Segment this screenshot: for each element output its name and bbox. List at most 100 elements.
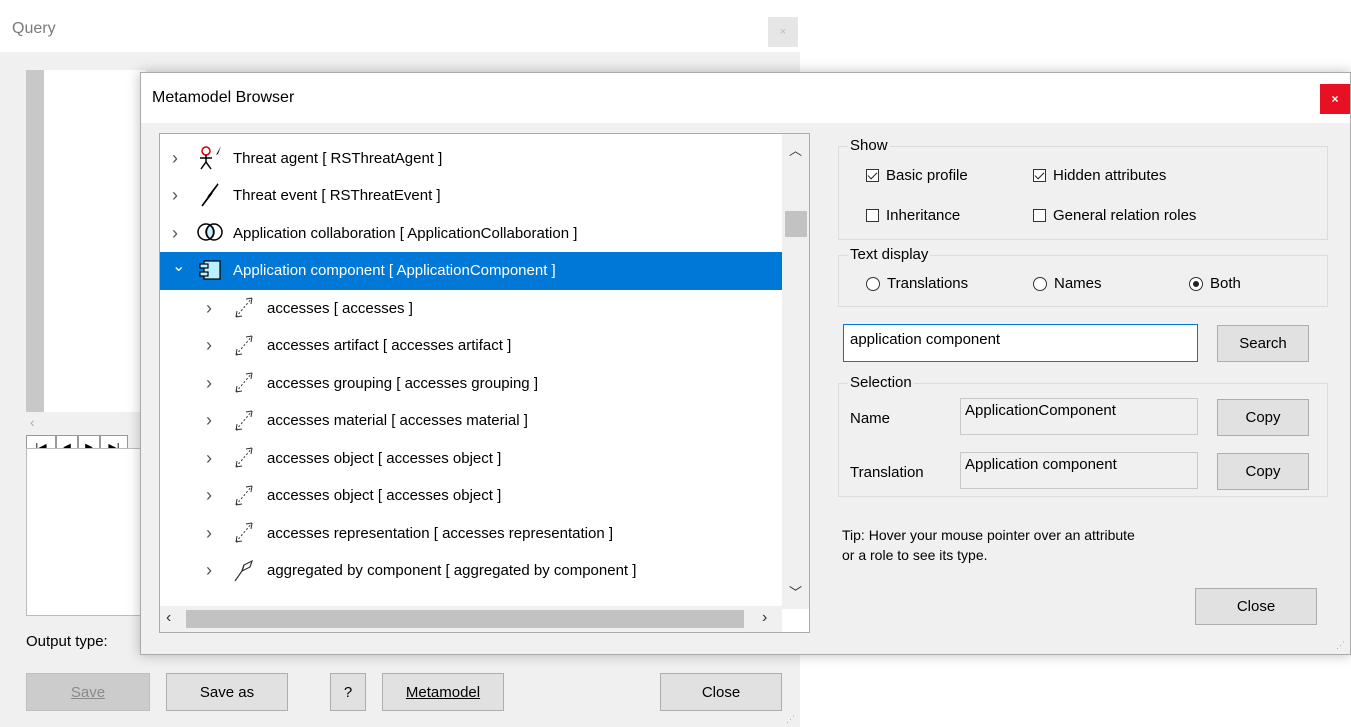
query-title: Query — [12, 20, 56, 37]
help-button[interactable]: ? — [330, 673, 366, 711]
basic-profile-label[interactable]: Basic profile — [886, 167, 968, 184]
threat-agent-icon — [196, 143, 224, 171]
translations-radio-label[interactable]: Translations — [887, 275, 968, 292]
tree-item[interactable]: › Application collaboration [ Application… — [160, 214, 782, 252]
tree-vscroll-up[interactable]: ︿ — [789, 140, 802, 159]
chevron-right-icon[interactable]: › — [206, 485, 212, 506]
tree-item[interactable]: › accesses object [ accesses object ] — [160, 439, 782, 477]
hidden-attributes-checkbox[interactable] — [1033, 169, 1046, 182]
tree-hscroll-right[interactable]: › — [762, 609, 767, 627]
tree-item-label: accesses grouping [ accesses grouping ] — [267, 374, 538, 392]
component-icon — [196, 256, 224, 284]
tree-item[interactable]: › accesses representation [ accesses repr… — [160, 514, 782, 552]
names-radio-label[interactable]: Names — [1054, 275, 1102, 292]
tree-item[interactable]: › Threat event [ RSThreatEvent ] — [160, 177, 782, 215]
chevron-right-icon[interactable]: › — [206, 523, 212, 544]
copy-translation-button[interactable]: Copy — [1217, 453, 1309, 490]
both-radio[interactable] — [1189, 277, 1203, 291]
chevron-right-icon[interactable]: › — [172, 223, 178, 244]
tree-item-label: Threat event [ RSThreatEvent ] — [233, 187, 441, 204]
tree-item-label: Threat agent [ RSThreatAgent ] — [233, 149, 443, 167]
access-relation-icon — [230, 481, 258, 509]
chevron-down-icon[interactable]: ⌄ — [172, 256, 185, 276]
show-group-label: Show — [848, 137, 890, 154]
translation-label: Translation — [850, 464, 924, 481]
query-hscroll-left[interactable]: ‹ — [30, 414, 35, 430]
query-resize-grip: ⋰ — [786, 714, 795, 724]
access-relation-icon — [230, 406, 258, 434]
query-close-button[interactable]: × — [768, 17, 798, 47]
query-editor[interactable] — [26, 70, 146, 412]
text-display-label: Text display — [848, 246, 931, 263]
tree-item[interactable]: › aggregated by component [ aggregated by… — [160, 552, 782, 590]
aggregation-relation-icon — [230, 556, 258, 584]
translation-value-field: Application component — [960, 452, 1198, 489]
tree-item[interactable]: › accesses material [ accesses material ] — [160, 402, 782, 440]
tree-item-label: accesses artifact [ accesses artifact ] — [267, 337, 512, 354]
tree-item[interactable]: › accesses artifact [ accesses artifact ] — [160, 327, 782, 365]
browser-title: Metamodel Browser — [152, 89, 295, 106]
tree-vscroll-thumb[interactable] — [785, 211, 807, 237]
save-as-button[interactable]: Save as — [166, 673, 288, 711]
access-relation-icon — [230, 368, 258, 396]
tree-hscroll-left[interactable]: ‹ — [166, 609, 171, 627]
search-input[interactable]: application component — [843, 324, 1198, 362]
threat-event-icon — [196, 181, 224, 209]
tree-item[interactable]: › accesses grouping [ accesses grouping ] — [160, 364, 782, 402]
tree-item-label: aggregated by component [ aggregated by … — [267, 562, 637, 579]
tree-item-label: accesses object [ accesses object ] — [267, 487, 502, 504]
inheritance-label[interactable]: Inheritance — [886, 207, 960, 224]
access-relation-icon — [230, 331, 258, 359]
chevron-right-icon[interactable]: › — [206, 560, 212, 581]
tree-hscroll-thumb[interactable] — [186, 610, 744, 628]
access-relation-icon — [230, 518, 258, 546]
chevron-right-icon[interactable]: › — [206, 410, 212, 431]
query-output-area[interactable] — [26, 448, 146, 616]
tree-item-label: Application component [ ApplicationCompo… — [233, 262, 556, 279]
chevron-right-icon[interactable]: › — [172, 148, 178, 169]
chevron-right-icon[interactable]: › — [172, 185, 178, 206]
tree-vscrollbar[interactable] — [782, 134, 809, 609]
inheritance-checkbox[interactable] — [866, 209, 879, 222]
search-button[interactable]: Search — [1217, 325, 1309, 362]
hidden-attributes-label[interactable]: Hidden attributes — [1053, 167, 1166, 184]
query-title-bar — [0, 0, 800, 52]
tree-item-label: accesses representation [ accesses repre… — [267, 524, 614, 542]
tip-text-line1: Tip: Hover your mouse pointer over an at… — [842, 527, 1135, 543]
basic-profile-checkbox[interactable] — [866, 169, 879, 182]
tree-item[interactable]: › accesses object [ accesses object ] — [160, 477, 782, 515]
chevron-right-icon[interactable]: › — [206, 335, 212, 356]
tree-item-label: accesses object [ accesses object ] — [267, 449, 502, 467]
save-button[interactable]: Save — [26, 673, 150, 711]
name-label: Name — [850, 410, 891, 427]
copy-name-button[interactable]: Copy — [1217, 399, 1309, 436]
metamodel-button[interactable]: Metamodel — [382, 673, 504, 711]
browser-resize-grip: ⋰ — [1336, 640, 1345, 650]
browser-title-bar — [141, 73, 1350, 123]
general-relation-roles-label[interactable]: General relation roles — [1053, 207, 1196, 224]
tree-item[interactable]: › Threat agent [ RSThreatAgent ] — [160, 139, 782, 177]
tree-item-label: accesses [ accesses ] — [267, 299, 413, 317]
browser-close-main-button[interactable]: Close — [1195, 588, 1317, 625]
browser-close-button[interactable]: × — [1320, 84, 1350, 114]
tree-item[interactable]: ⌄ Application component [ ApplicationComp… — [160, 251, 782, 290]
show-group — [838, 146, 1328, 240]
names-radio[interactable] — [1033, 277, 1047, 291]
output-type-label: Output type: — [26, 633, 108, 650]
collaboration-icon — [196, 218, 224, 246]
chevron-right-icon[interactable]: › — [206, 448, 212, 469]
both-radio-label[interactable]: Both — [1210, 275, 1241, 292]
tree-item[interactable]: › accesses [ accesses ] — [160, 289, 782, 327]
chevron-right-icon[interactable]: › — [206, 373, 212, 394]
tree-vscroll-down[interactable]: ﹀ — [789, 582, 802, 601]
general-relation-roles-checkbox[interactable] — [1033, 209, 1046, 222]
access-relation-icon — [230, 293, 258, 321]
name-value-field: ApplicationComponent — [960, 398, 1198, 435]
translations-radio[interactable] — [866, 277, 880, 291]
access-relation-icon — [230, 443, 258, 471]
chevron-right-icon[interactable]: › — [206, 298, 212, 319]
tree-item-label: accesses material [ accesses material ] — [267, 412, 528, 429]
query-close-main-button[interactable]: Close — [660, 673, 782, 711]
tip-text-line2: or a role to see its type. — [842, 547, 988, 563]
selection-label: Selection — [848, 374, 914, 391]
